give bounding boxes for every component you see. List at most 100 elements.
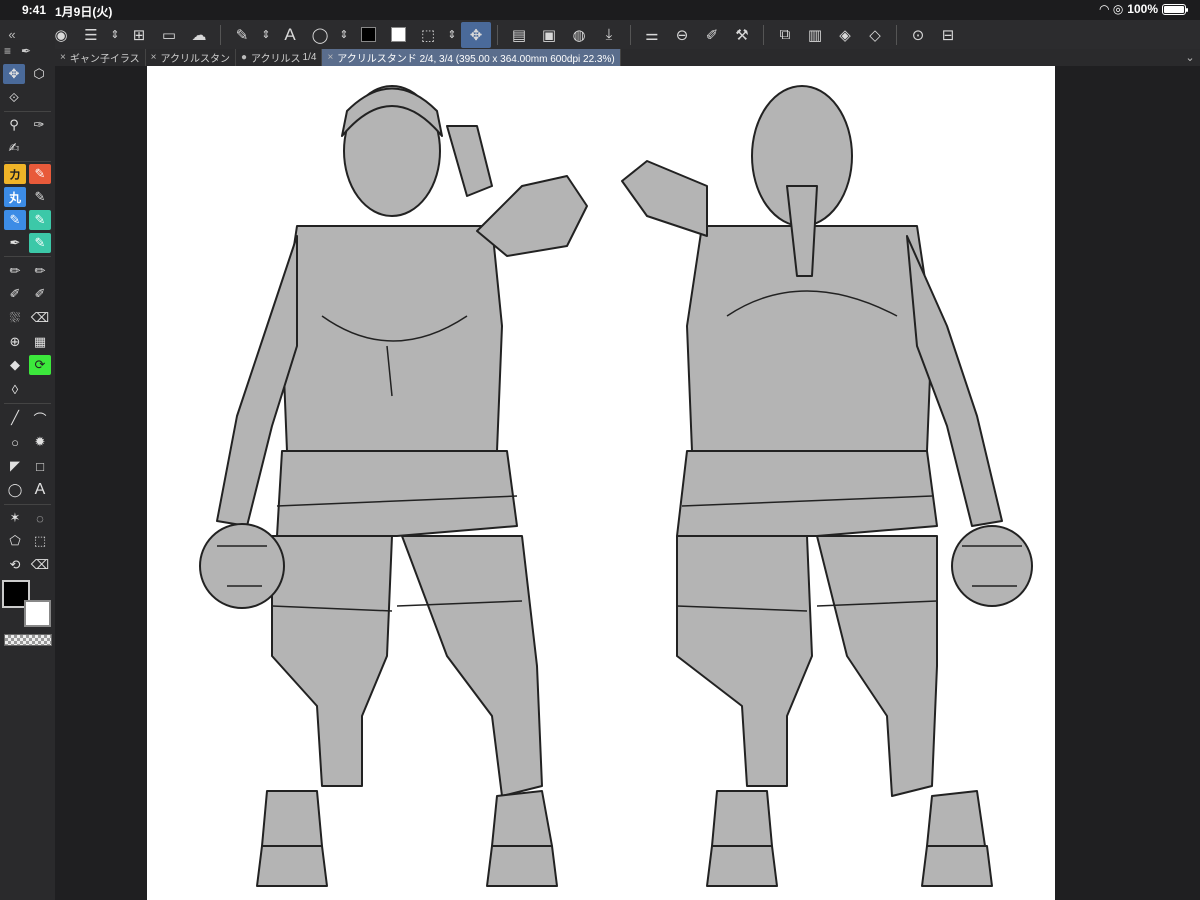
selection-eraser-icon[interactable]: ⌫ [29,555,51,575]
tab-gyanko[interactable]: × ギャン子イラス [55,49,146,66]
pen-blue-icon[interactable]: ✎ [4,210,26,230]
transform-icon[interactable]: ⬚ [413,22,443,48]
material-icon[interactable]: ◍ [564,22,594,48]
marker-icon[interactable]: ✏ [4,261,26,281]
wrench-icon[interactable]: ⚒ [727,22,757,48]
battery-label: 100% [1127,2,1158,16]
airbrush-icon[interactable]: ⛆ [4,308,26,328]
tab-label: アクリルスタン [160,54,231,65]
chevron-down-icon[interactable]: ⌄ [1180,49,1200,66]
fill-icon[interactable]: ◆ [4,355,26,375]
polyline-select-icon[interactable]: ⬠ [4,531,26,551]
object-select-icon[interactable]: ⬡ [28,64,50,84]
magic-wand-icon[interactable]: ✶ [4,508,26,528]
ellipse-select-icon[interactable]: ◌ [29,508,51,528]
export-icon[interactable]: ⤓ [594,22,624,48]
brush-icon[interactable]: ✒ [21,44,31,58]
eyedropper-icon[interactable]: ✑ [28,115,50,135]
rectangle-tool-icon[interactable]: □ [29,456,51,476]
status-right: ◠ ◎ 100% [1099,2,1188,16]
grip-icon[interactable]: ≡ [4,44,11,58]
globe-icon[interactable]: ⊕ [4,332,26,352]
divider [220,24,221,45]
brush-preset-maru-icon[interactable]: 丸 [4,187,26,207]
curve-tool-icon[interactable]: ⌒ [29,408,51,428]
divider [4,111,51,112]
ellipse-tool-icon[interactable]: ○ [4,432,26,452]
layer-group-icon[interactable]: ◇ [860,22,890,48]
brush-2-icon[interactable]: ✐ [29,284,51,304]
frame-tool-icon[interactable]: ◤ [4,456,26,476]
adjust-icon[interactable]: ⚌ [637,22,667,48]
pencil-icon[interactable]: ✎ [29,187,51,207]
marker-2-icon[interactable]: ✏ [29,261,51,281]
front-figure [199,85,588,887]
blend-icon[interactable]: ◊ [4,379,26,399]
open-folder-icon[interactable]: ▭ [154,22,184,48]
layer-property-icon[interactable]: ▤ [504,22,534,48]
rect-select-icon[interactable]: ⬚ [29,531,51,551]
pen-teal-2-icon[interactable]: ✎ [29,233,51,253]
balloon-tool-icon[interactable]: ◯ [4,480,26,500]
gradient-icon[interactable]: ▦ [29,332,51,352]
layer-stack-icon[interactable]: ◈ [830,22,860,48]
divider [630,24,631,45]
layer-select-icon[interactable]: ⟐ [3,88,25,108]
burst-tool-icon[interactable]: ✹ [29,432,51,452]
drawing-canvas[interactable] [147,66,1055,900]
close-icon[interactable]: × [60,52,66,63]
zoom-tool-icon[interactable]: ⚲ [3,115,25,135]
canvas-icon[interactable]: ▣ [534,22,564,48]
zoom-icon[interactable]: ⊙ [903,22,933,48]
brush-icon[interactable]: ✐ [4,284,26,304]
close-icon[interactable]: × [151,52,157,63]
tab-acrylic-1[interactable]: × アクリルスタン [146,49,236,66]
sub-color-swatch[interactable] [24,600,51,627]
move-icon[interactable]: ✥ [461,21,491,48]
battery-icon [1162,3,1188,15]
menu-icon[interactable]: ☰ [76,22,106,48]
white-swatch[interactable] [383,22,413,48]
tab-label: アクリルス [251,54,301,65]
brush-preset-ka-icon[interactable]: カ [4,164,26,184]
modified-dot-icon[interactable]: ● [241,52,247,63]
pen-teal-icon[interactable]: ✎ [29,210,51,230]
lasso-icon[interactable]: ◯ [305,22,335,48]
text-tool-button[interactable]: A [275,22,305,48]
divider [4,403,51,404]
pen-red-icon[interactable]: ✎ [29,164,51,184]
stepper-icon[interactable]: ⇕ [106,22,124,48]
brush-icon[interactable]: ✎ [227,22,257,48]
black-swatch[interactable] [353,22,383,48]
tab-acrylic-active[interactable]: × アクリルスタンド 2/4, 3/4 (395.00 x 364.00mm 6… [322,49,621,66]
pen-icon[interactable]: ✒ [4,233,26,253]
snap-icon[interactable]: ⊟ [933,22,963,48]
move-tool-icon[interactable]: ✥ [3,64,25,84]
close-icon[interactable]: × [327,52,333,63]
transparent-color-swatch[interactable] [4,634,52,646]
divider [497,24,498,45]
divider [763,24,764,45]
eraser-icon[interactable]: ⌫ [29,308,51,328]
lasso-select-icon[interactable]: ⟲ [4,555,26,575]
pen-settings-icon[interactable]: ✐ [697,22,727,48]
stepper-icon[interactable]: ⇕ [335,22,353,48]
document-tab-bar: × ギャン子イラス × アクリルスタン ● アクリルス 1/4 × アクリルスタ… [55,49,1200,66]
save-cloud-icon[interactable]: ☁ [184,22,214,48]
stepper-icon[interactable]: ⇕ [443,22,461,48]
divider [896,24,897,45]
wifi-icon: ◠ [1099,2,1109,16]
canvas-workspace[interactable] [55,66,1200,900]
layers-icon[interactable]: ▥ [800,22,830,48]
pen-tool-icon[interactable]: ✍ [3,138,25,158]
new-canvas-icon[interactable]: ⊞ [124,22,154,48]
link-icon[interactable]: ⊖ [667,22,697,48]
tab-acrylic-2[interactable]: ● アクリルス 1/4 [236,49,323,66]
companion-icon[interactable]: ⧉ [770,22,800,48]
line-tool-icon[interactable]: ╱ [4,408,26,428]
status-date: 1月9日(火) [55,5,113,19]
text-tool-icon[interactable]: A [29,480,51,500]
tab-label: アクリルスタンド 2/4, 3/4 (395.00 x 364.00mm 600… [337,54,615,65]
stepper-icon[interactable]: ⇕ [257,22,275,48]
fill-green-icon[interactable]: ⟳ [29,355,51,375]
